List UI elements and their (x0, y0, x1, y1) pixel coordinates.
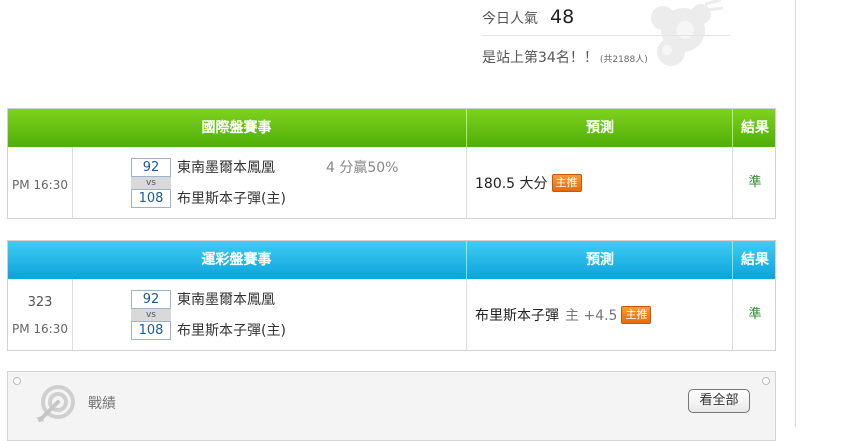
header-event: 國際盤賽事 (201, 120, 272, 136)
table-row: 323 PM 16:30 92 vs 108 東南墨爾本鳳凰 布里斯本子彈(主)… (8, 279, 775, 350)
today-popularity-label: 今日人氣 (482, 11, 538, 27)
target-arrow-icon (36, 385, 75, 422)
today-popularity: 今日人氣 48 (482, 6, 574, 28)
view-all-button[interactable]: 看全部 (688, 389, 750, 413)
top-pick-badge: 主推 (621, 306, 652, 324)
prediction-cell: 布里斯本子彈 主 +4.5 主推 (466, 279, 733, 350)
vs-label: vs (131, 177, 171, 189)
corner-dot (762, 377, 770, 385)
header-prediction: 預測 (466, 241, 733, 279)
result-cell: 準 (732, 147, 777, 218)
prediction-value: 180.5 大分 (475, 176, 548, 192)
header-result: 結果 (732, 109, 777, 147)
site-rank: 是站上第34名！！ (共2188人) (482, 47, 648, 67)
away-score: 92 (131, 158, 171, 177)
handicap-note: 4 分贏50% (326, 160, 399, 176)
lottery-odds-table: 運彩盤賽事 預測 結果 323 PM 16:30 92 vs 108 東南墨爾本… (7, 240, 776, 351)
game-time-cell: 323 PM 16:30 (8, 279, 73, 350)
site-rank-total: (共2188人) (599, 55, 648, 65)
matchup-cell: 92 vs 108 東南墨爾本鳳凰 布里斯本子彈(主) (73, 279, 465, 350)
away-team: 東南墨爾本鳳凰 (177, 292, 275, 308)
popularity-divider (482, 35, 730, 36)
site-rank-text: 是站上第34名！！ (482, 50, 598, 66)
result-cell: 準 (732, 279, 777, 350)
scorebox: 92 vs 108 (131, 158, 171, 208)
prediction-line: 主 +4.5 (565, 308, 618, 324)
header-result: 結果 (732, 241, 777, 279)
right-divider-line (795, 0, 796, 427)
popularity-panel: 今日人氣 48 是站上第34名！！ (共2188人) (482, 0, 732, 70)
header-event: 運彩盤賽事 (201, 252, 272, 268)
away-team: 東南墨爾本鳳凰 (177, 160, 275, 176)
home-team: 布里斯本子彈(主) (177, 191, 286, 207)
intl-table-header: 國際盤賽事 預測 結果 (8, 109, 775, 147)
game-time-cell: PM 16:30 (8, 147, 73, 218)
matchup-cell: 92 vs 108 東南墨爾本鳳凰 布里斯本子彈(主) 4 分贏50% (73, 147, 465, 218)
record-title: 戰績 (88, 396, 116, 412)
prediction-cell: 180.5 大分 主推 (466, 147, 733, 218)
scorebox: 92 vs 108 (131, 290, 171, 340)
header-prediction: 預測 (466, 109, 733, 147)
home-score: 108 (131, 189, 171, 208)
home-score: 108 (131, 321, 171, 340)
game-time: PM 16:30 (12, 178, 68, 192)
table-row: PM 16:30 92 vs 108 東南墨爾本鳳凰 布里斯本子彈(主) 4 分… (8, 147, 775, 218)
vs-label: vs (131, 309, 171, 321)
lottery-table-header: 運彩盤賽事 預測 結果 (8, 241, 775, 279)
corner-dot (13, 377, 21, 385)
today-popularity-count: 48 (550, 6, 575, 28)
prediction-team: 布里斯本子彈 (475, 308, 559, 324)
record-panel: 戰績 看全部 (7, 371, 776, 441)
intl-odds-table: 國際盤賽事 預測 結果 PM 16:30 92 vs 108 東南墨爾本鳳凰 布… (7, 108, 776, 219)
home-team: 布里斯本子彈(主) (177, 323, 286, 339)
game-time: PM 16:30 (12, 322, 68, 336)
game-code: 323 (27, 295, 53, 310)
top-pick-badge: 主推 (551, 174, 582, 192)
away-score: 92 (131, 290, 171, 309)
